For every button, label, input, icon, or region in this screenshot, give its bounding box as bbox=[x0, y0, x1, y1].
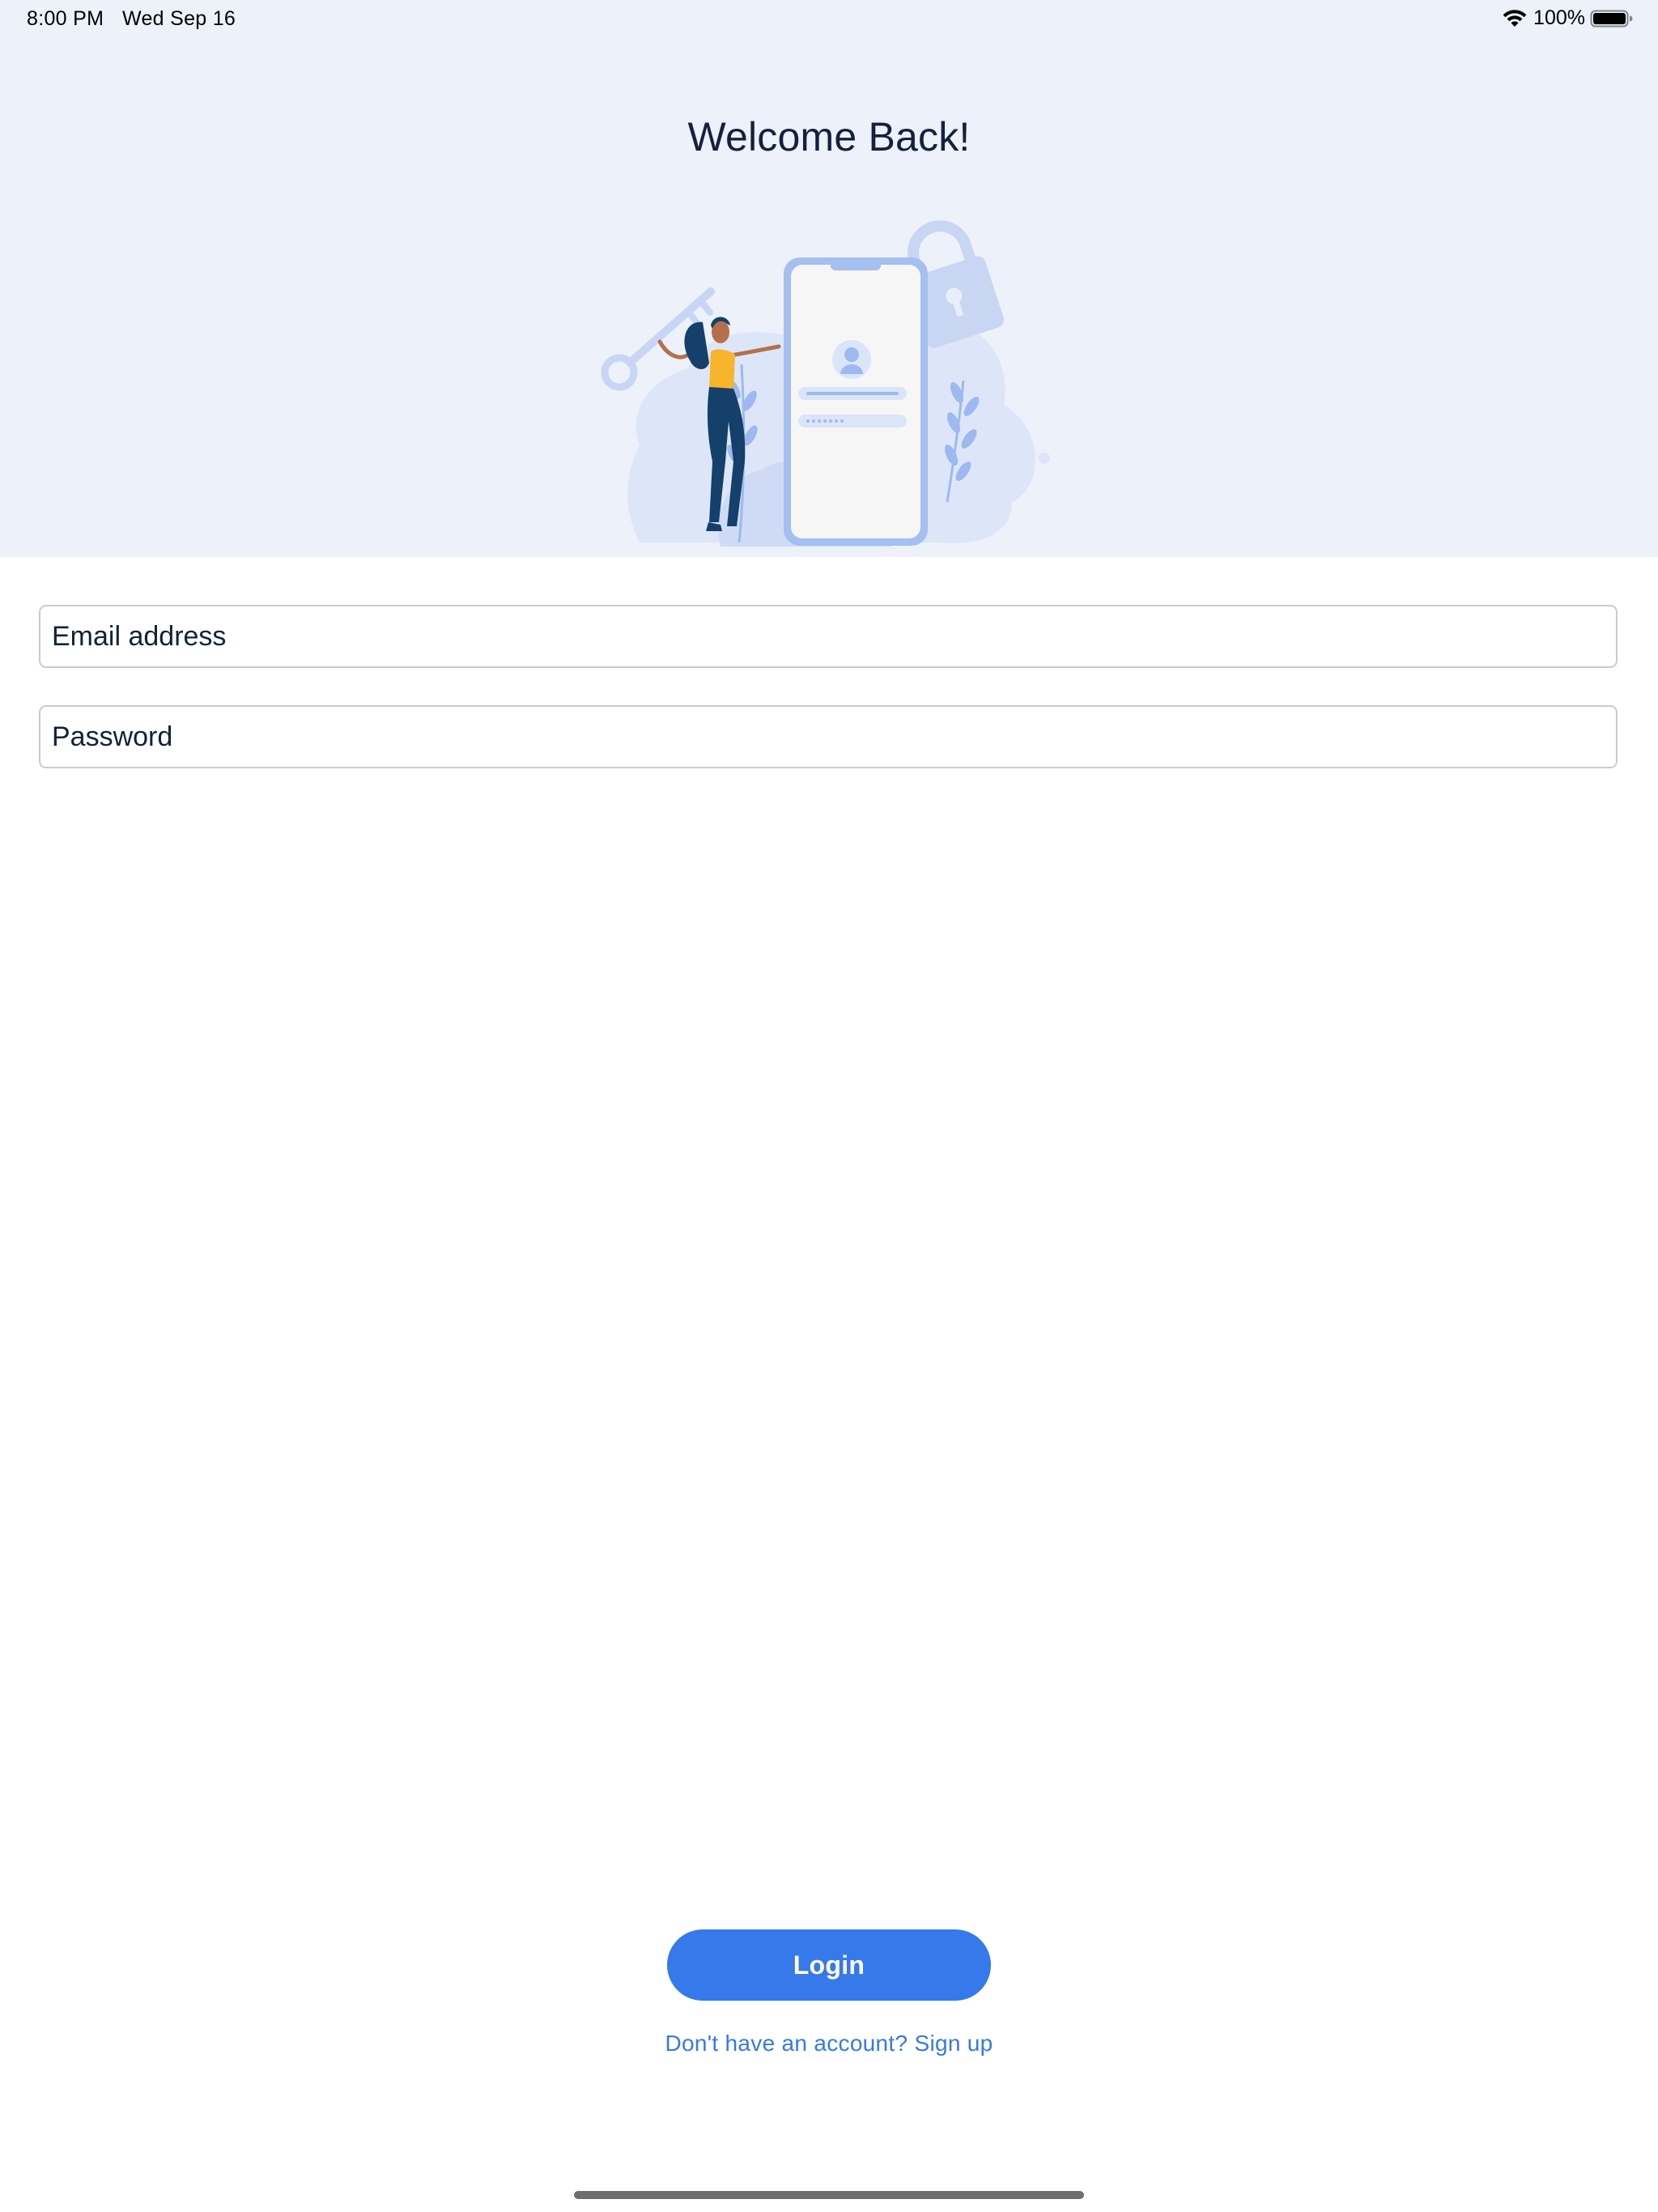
status-indicators: 100% bbox=[1501, 6, 1634, 30]
page-title: Welcome Back! bbox=[687, 114, 971, 160]
signup-link[interactable]: Don't have an account? Sign up bbox=[0, 2031, 1658, 2057]
battery-icon bbox=[1590, 10, 1633, 27]
status-time: 8:00 PM bbox=[27, 7, 104, 30]
wifi-icon bbox=[1503, 9, 1527, 27]
battery-percentage: 100% bbox=[1533, 6, 1585, 29]
status-date: Wed Sep 16 bbox=[122, 7, 236, 30]
home-indicator bbox=[574, 2191, 1084, 2199]
email-input[interactable] bbox=[40, 606, 1616, 666]
password-input[interactable] bbox=[40, 707, 1616, 767]
email-field[interactable] bbox=[39, 605, 1618, 668]
password-field[interactable] bbox=[39, 705, 1618, 768]
status-bar: 8:00 PM Wed Sep 16 100% bbox=[0, 0, 1658, 39]
header-banner: 8:00 PM Wed Sep 16 100% Welcome Back! bbox=[0, 0, 1658, 557]
login-illustration bbox=[601, 220, 1050, 547]
login-screen: 8:00 PM Wed Sep 16 100% Welcome Back! Em… bbox=[0, 0, 1658, 2212]
phone-icon bbox=[784, 257, 928, 546]
login-button[interactable]: Login bbox=[667, 1929, 991, 2001]
